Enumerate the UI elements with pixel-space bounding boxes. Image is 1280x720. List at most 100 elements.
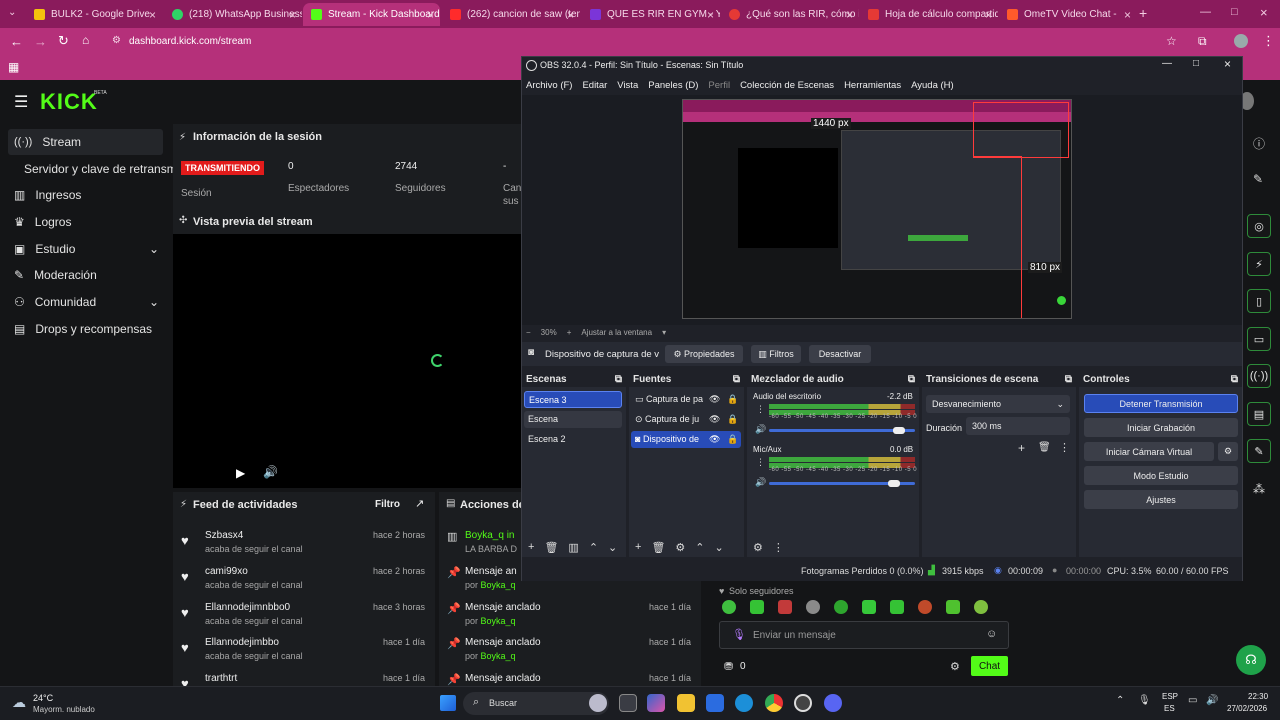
tab-yahoo[interactable]: QUE ES RIR EN GYM - Yah× [582, 3, 720, 26]
zoom-in-icon[interactable]: + [567, 328, 572, 337]
studio-mode-button[interactable]: Modo Estudio [1084, 466, 1238, 485]
close-icon[interactable]: × [149, 8, 156, 22]
tab-youtube[interactable]: (262) cancion de saw (tem × [442, 3, 580, 26]
volume-slider-knob[interactable] [892, 427, 905, 434]
emote-icon[interactable] [946, 600, 960, 614]
undock-icon[interactable]: ⧉ [1231, 374, 1238, 385]
sidebar-item-estudio[interactable]: ▣ Estudio ⌄ [8, 236, 163, 262]
bookmark-star-icon[interactable]: ☆ [1166, 34, 1177, 48]
task-view-icon[interactable] [619, 694, 637, 712]
emote-icon[interactable] [778, 600, 792, 614]
close-icon[interactable]: × [985, 8, 992, 22]
discord-icon[interactable] [824, 694, 842, 712]
up-icon[interactable]: ⌃ [589, 541, 598, 554]
rail-button-7[interactable]: ✎ [1247, 439, 1271, 463]
home-icon[interactable]: ⌂ [82, 33, 89, 47]
fit-window-label[interactable]: Ajustar a la ventana [581, 328, 652, 337]
close-icon[interactable]: × [427, 8, 434, 22]
close-icon[interactable]: × [707, 8, 714, 22]
scene-item-escena-3[interactable]: Escena 3 [524, 391, 622, 408]
deactivate-button[interactable]: Desactivar [809, 345, 871, 363]
chevron-down-icon[interactable]: ▾ [662, 328, 666, 337]
down-icon[interactable]: ⌄ [608, 541, 617, 554]
menu-herramientas[interactable]: Herramientas [844, 80, 901, 91]
stop-stream-button[interactable]: Detener Transmisión [1084, 394, 1238, 413]
mic-icon[interactable]: 🎙 [1138, 695, 1151, 706]
share-icon[interactable]: ⁂ [1253, 482, 1265, 496]
transition-select[interactable]: Desvanecimiento ⌄ [926, 395, 1070, 413]
windows-start-icon[interactable] [440, 695, 456, 711]
profile-avatar[interactable] [1234, 34, 1248, 48]
lock-icon[interactable]: 🔒 [727, 394, 738, 405]
info-icon[interactable]: ⓘ [1253, 135, 1265, 152]
settings-button[interactable]: Ajustes [1084, 490, 1238, 509]
lock-icon[interactable]: 🔒 [727, 434, 738, 445]
lock-icon[interactable]: 🔒 [727, 414, 738, 425]
rail-button-4[interactable]: ▭ [1247, 327, 1271, 351]
network-icon[interactable]: ▭ [1188, 695, 1197, 706]
filters-button[interactable]: ▥ Filtros [751, 345, 801, 363]
obs-preview-canvas[interactable]: 1440 px 810 px [682, 99, 1072, 319]
close-icon[interactable]: × [1224, 57, 1231, 71]
source-item-1[interactable]: ▭ Captura de pa 👁 🔒 [631, 391, 741, 408]
emoji-icon[interactable]: ☺ [986, 628, 997, 640]
tray-chevron-icon[interactable]: ⌃ [1116, 695, 1124, 706]
trash-icon[interactable]: 🗑 [651, 541, 665, 554]
source-item-3[interactable]: ◙ Dispositivo de 👁 🔒 [631, 431, 741, 448]
sidebar-item-server-key[interactable]: Servidor y clave de retransmisión [18, 156, 178, 182]
undock-icon[interactable]: ⧉ [615, 374, 622, 385]
rail-button-2[interactable]: ⚡ [1247, 252, 1271, 276]
tab-google-drive[interactable]: BULK2 - Google Drive × [26, 3, 162, 26]
gear-icon[interactable]: ⚙ [675, 541, 685, 554]
up-icon[interactable]: ⌃ [695, 541, 704, 554]
menu-archivo[interactable]: Archivo (F) [526, 80, 572, 91]
add-icon[interactable]: + [528, 541, 534, 553]
volume-slider-knob[interactable] [888, 480, 901, 487]
more-icon[interactable]: ⋮ [756, 404, 765, 415]
emote-icon[interactable] [890, 600, 904, 614]
close-icon[interactable]: × [846, 8, 853, 22]
reload-icon[interactable]: ↻ [58, 33, 69, 49]
eye-icon[interactable]: 👁 [709, 414, 720, 425]
emote-icon[interactable] [918, 600, 932, 614]
speaker-icon[interactable]: 🔊 [1206, 695, 1218, 706]
menu-paneles[interactable]: Paneles (D) [648, 80, 698, 91]
down-icon[interactable]: ⌄ [715, 541, 724, 554]
apps-grid-icon[interactable]: ▦ [8, 60, 19, 74]
eye-icon[interactable]: 👁 [709, 434, 720, 445]
chat-send-button[interactable]: Chat [971, 656, 1008, 676]
close-icon[interactable]: × [567, 8, 574, 22]
virtual-camera-settings-button[interactable]: ⚙ [1218, 442, 1238, 461]
popout-icon[interactable]: ↗ [415, 497, 424, 510]
trash-icon[interactable]: 🗑 [1038, 442, 1051, 453]
menu-editar[interactable]: Editar [582, 80, 607, 91]
menu-ayuda[interactable]: Ayuda (H) [911, 80, 954, 91]
tab-kick-dashboard[interactable]: Stream - Kick Dashboard × [303, 3, 440, 26]
edit-icon[interactable]: ✎ [1253, 172, 1263, 186]
sidebar-item-moderacion[interactable]: ✎ Moderación [8, 262, 163, 288]
menu-vista[interactable]: Vista [617, 80, 638, 91]
tab-spreadsheet[interactable]: Hoja de cálculo compartid × [860, 3, 998, 26]
copilot-icon[interactable] [589, 694, 607, 712]
taskbar-search[interactable]: ⌕ Buscar [463, 692, 609, 715]
play-icon[interactable]: ▶ [236, 466, 245, 480]
url-field[interactable]: dashboard.kick.com/stream [129, 36, 251, 47]
zoom-out-icon[interactable]: − [526, 328, 531, 337]
obs-taskbar-icon[interactable] [794, 694, 812, 712]
chat-input[interactable]: 🎙 Enviar un mensaje ☺ [719, 621, 1009, 649]
lang-primary[interactable]: ESP [1162, 692, 1178, 701]
chrome-icon[interactable] [765, 694, 783, 712]
minimize-icon[interactable]: — [1162, 58, 1172, 69]
back-icon[interactable]: ← [10, 34, 23, 49]
forward-icon[interactable]: → [34, 34, 47, 49]
trash-icon[interactable]: 🗑 [544, 541, 558, 554]
tab-search-icon[interactable]: ⌄ [8, 7, 16, 18]
tab-ometv[interactable]: OmeTV Video Chat - × [999, 3, 1137, 26]
close-icon[interactable]: × [289, 8, 296, 22]
file-explorer-icon[interactable] [677, 694, 695, 712]
volume-icon[interactable]: 🔊 [755, 424, 766, 435]
close-window-icon[interactable]: × [1260, 5, 1268, 20]
undock-icon[interactable]: ⧉ [1065, 374, 1072, 385]
menu-coleccion-escenas[interactable]: Colección de Escenas [740, 80, 834, 91]
source-item-2[interactable]: ⊙ Captura de ju 👁 🔒 [631, 411, 741, 428]
